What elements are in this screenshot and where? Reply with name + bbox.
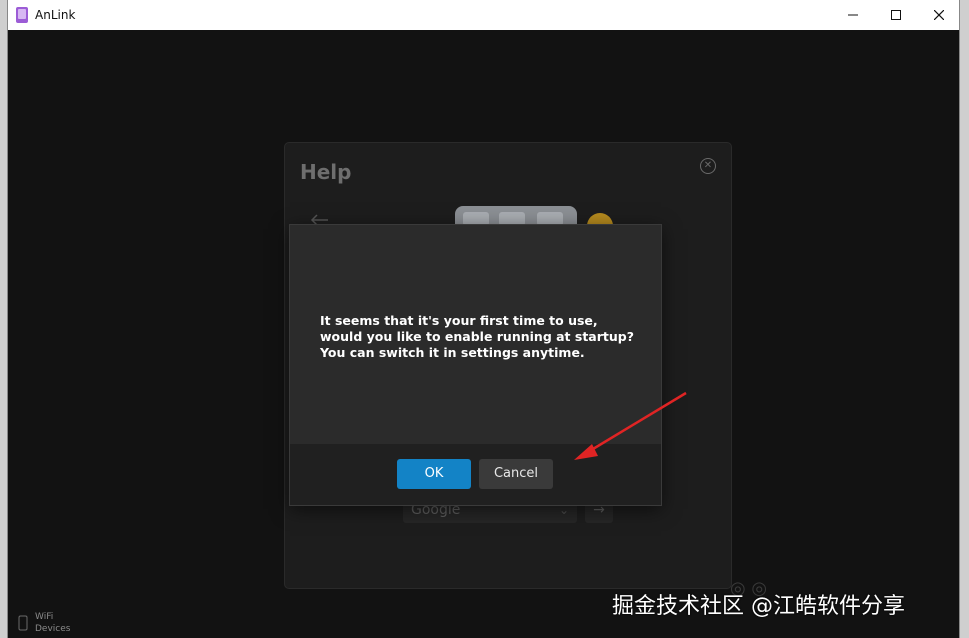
minimize-icon [848, 14, 858, 16]
maximize-icon [891, 10, 901, 20]
close-window-button[interactable] [917, 0, 961, 30]
close-circle-icon: ✕ [703, 160, 713, 171]
sun-disc [587, 213, 613, 225]
help-title: Help [300, 160, 352, 184]
window-title: AnLink [35, 8, 76, 22]
anlink-app-icon [16, 7, 28, 23]
dialog-footer: OK Cancel [290, 444, 661, 505]
illustration-slot [463, 212, 489, 226]
minimize-button[interactable] [831, 0, 875, 30]
illustration-slot [537, 212, 563, 226]
maximize-button[interactable] [874, 0, 918, 30]
watermark-text: 掘金技术社区 @江皓软件分享 [612, 594, 905, 619]
phone-illustration [455, 206, 577, 226]
phone-icon [18, 615, 28, 631]
cancel-button[interactable]: Cancel [479, 459, 553, 489]
close-icon [934, 10, 944, 20]
wifi-devices-line2: Devices [35, 624, 71, 634]
sidebar-item-wifi-devices[interactable]: WiFi Devices [18, 611, 88, 637]
startup-dialog: It seems that it's your first time to us… [290, 225, 661, 505]
sidebar-item-label: WiFi Devices [35, 611, 70, 635]
dialog-message: It seems that it's your first time to us… [320, 313, 634, 360]
help-close-button[interactable]: ✕ [700, 158, 716, 174]
illustration-slot [499, 212, 525, 226]
wifi-devices-line1: WiFi [35, 612, 54, 622]
title-bar: AnLink [8, 0, 959, 30]
sun-illustration [583, 209, 617, 225]
ok-button[interactable]: OK [397, 459, 471, 489]
